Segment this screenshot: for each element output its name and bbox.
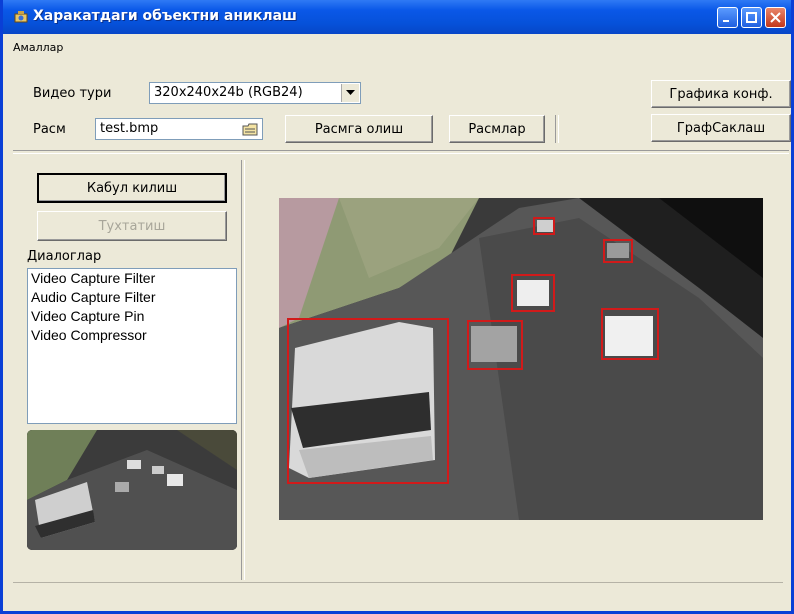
detection-box: [511, 274, 555, 312]
image-label: Расм: [33, 122, 66, 137]
detection-box: [603, 239, 633, 263]
minimize-icon: [723, 20, 729, 22]
image-filename-input[interactable]: test.bmp: [95, 118, 263, 140]
dropdown-button[interactable]: [341, 84, 359, 102]
maximize-icon: [746, 12, 757, 23]
close-button[interactable]: [765, 7, 786, 28]
list-item[interactable]: Audio Capture Filter: [28, 288, 236, 307]
dialogs-label: Диалоглар: [27, 249, 102, 264]
window-title: Харакатдаги объектни аниклаш: [33, 8, 297, 24]
maximize-button[interactable]: [741, 7, 762, 28]
graph-save-button[interactable]: ГрафСаклаш: [651, 114, 791, 142]
status-bar: [13, 582, 783, 585]
folder-icon[interactable]: [242, 121, 259, 137]
graph-config-button[interactable]: Графика конф.: [651, 80, 791, 108]
video-type-label: Видео тури: [33, 86, 112, 101]
detection-box: [601, 308, 659, 360]
app-window: Харакатдаги объектни аниклаш Амаллар Вид…: [0, 0, 794, 614]
detection-box: [287, 318, 449, 484]
menu-item-actions[interactable]: Амаллар: [13, 41, 63, 54]
images-button[interactable]: Расмлар: [449, 115, 545, 143]
capture-image-button[interactable]: Расмга олиш: [285, 115, 433, 143]
thumbnail-preview: [27, 430, 237, 550]
list-item[interactable]: Video Capture Filter: [28, 269, 236, 288]
video-type-dropdown[interactable]: 320x240x24b (RGB24): [149, 82, 361, 104]
list-item[interactable]: Video Compressor: [28, 326, 236, 345]
app-icon: [14, 11, 28, 23]
toolbar-separator: [555, 115, 559, 143]
menu-bar: Амаллар: [3, 34, 791, 62]
panel-separator: [241, 160, 245, 580]
close-icon: [770, 12, 781, 23]
list-item[interactable]: Video Capture Pin: [28, 307, 236, 326]
video-type-value: 320x240x24b (RGB24): [154, 85, 303, 100]
dialogs-list[interactable]: Video Capture Filter Audio Capture Filte…: [27, 268, 237, 424]
stop-button[interactable]: Тухтатиш: [37, 211, 227, 241]
detection-box: [533, 217, 555, 235]
chevron-down-icon: [346, 90, 355, 95]
accept-button[interactable]: Кабул килиш: [37, 173, 227, 203]
header-separator: [13, 150, 789, 154]
thumbnail-image: [27, 430, 237, 550]
image-filename-value: test.bmp: [100, 121, 159, 136]
video-frame: [279, 198, 763, 520]
title-bar[interactable]: Харакатдаги объектни аниклаш: [3, 0, 791, 34]
detection-box: [467, 320, 523, 370]
minimize-button[interactable]: [717, 7, 738, 28]
